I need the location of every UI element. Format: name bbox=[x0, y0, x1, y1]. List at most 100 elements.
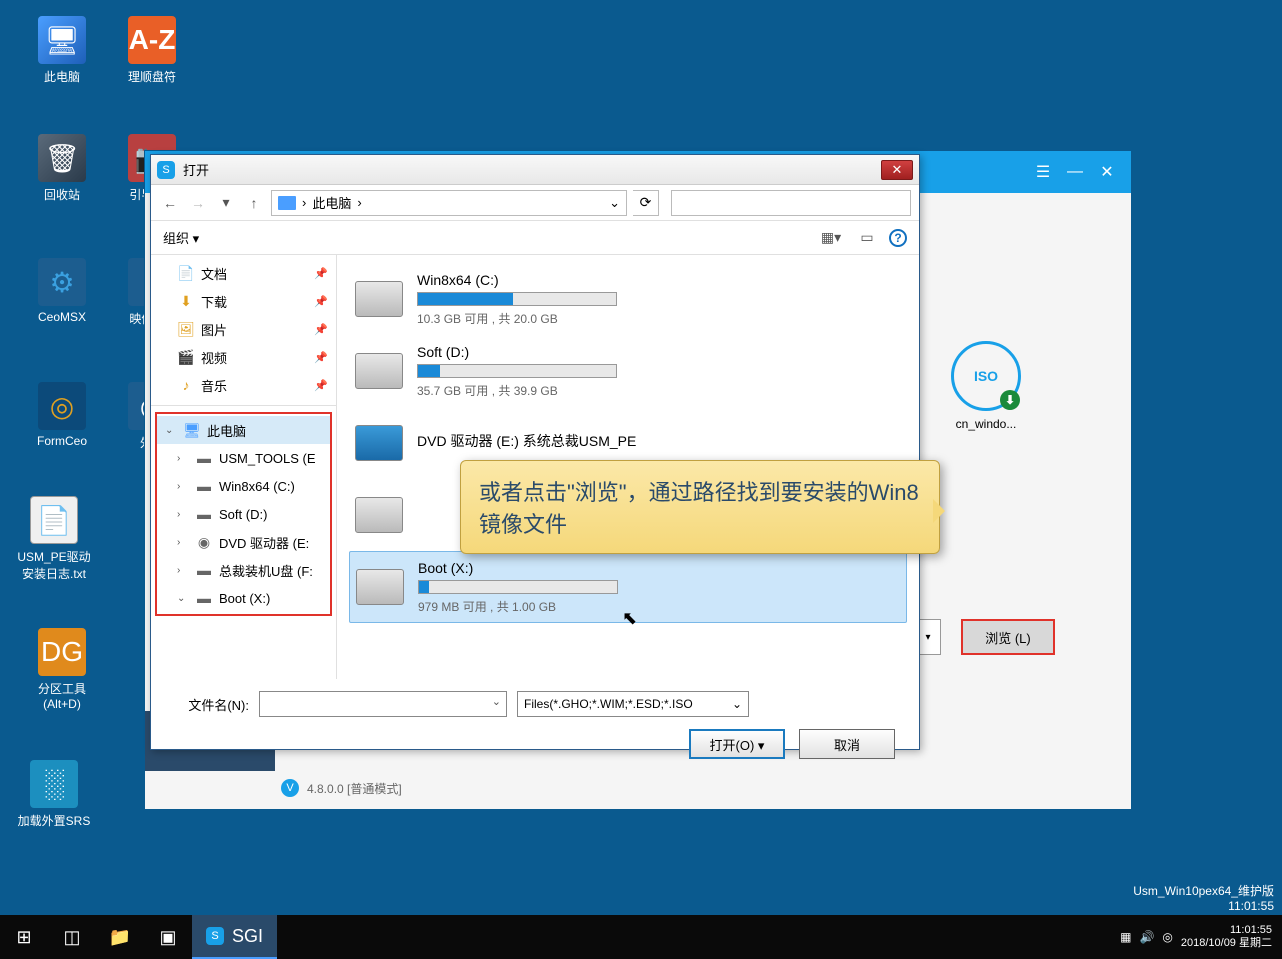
chevron-icon: › bbox=[177, 537, 189, 548]
app-icon: 📄 bbox=[30, 496, 78, 544]
tray-icon[interactable]: 🔊 bbox=[1139, 930, 1154, 944]
view-options-icon[interactable]: ▦▾ bbox=[817, 227, 845, 249]
drive-icon bbox=[355, 497, 403, 533]
sgi-icon: S bbox=[206, 927, 224, 945]
file-filter-dropdown[interactable]: Files(*.GHO;*.WIM;*.ESD;*.ISO ⌄ bbox=[517, 691, 749, 717]
breadcrumb-sep: › bbox=[357, 195, 361, 210]
dialog-toolbar: 组织 ▾ ▦▾ ▭ ? bbox=[151, 221, 919, 255]
desktop-icon-8[interactable]: 📄USM_PE驱动安装日志.txt bbox=[14, 496, 94, 582]
sgi-logo-icon: S bbox=[157, 161, 175, 179]
dialog-title: 打开 bbox=[183, 160, 881, 179]
organize-dropdown[interactable]: 组织 ▾ bbox=[163, 228, 199, 247]
refresh-button[interactable]: ⟳ bbox=[633, 190, 659, 216]
usb-badge-icon: ⬇ bbox=[1000, 390, 1020, 410]
desktop-icon-1[interactable]: A-Z理顺盘符 bbox=[112, 16, 192, 85]
filename-input[interactable] bbox=[259, 691, 507, 717]
tree-item-drive[interactable]: ›▬USM_TOOLS (E bbox=[157, 444, 330, 472]
drive-item[interactable]: Boot (X:) 979 MB 可用 , 共 1.00 GB bbox=[349, 551, 907, 623]
capacity-bar bbox=[417, 364, 617, 378]
tree-label: 视频 bbox=[201, 348, 227, 367]
tree-item[interactable]: ♪音乐📌 bbox=[151, 371, 336, 399]
tree-item-drive[interactable]: ⌄▬Boot (X:) bbox=[157, 584, 330, 612]
drive-name: Win8x64 (C:) bbox=[417, 272, 901, 288]
filename-label: 文件名(N): bbox=[169, 695, 249, 714]
minimize-button[interactable]: — bbox=[1059, 158, 1091, 186]
nav-forward-button[interactable]: → bbox=[187, 192, 209, 214]
cancel-button[interactable]: 取消 bbox=[799, 729, 895, 759]
tree-item-drive[interactable]: ›▬Win8x64 (C:) bbox=[157, 472, 330, 500]
terminal-icon[interactable]: ▣ bbox=[144, 915, 192, 959]
taskbar-clock[interactable]: 11:01:55 2018/10/09 星期二 bbox=[1181, 924, 1272, 950]
tree-label: Boot (X:) bbox=[219, 591, 270, 606]
tree-label: 总裁装机U盘 (F: bbox=[219, 561, 313, 580]
tray-icon[interactable]: ▦ bbox=[1120, 930, 1131, 944]
drive-name: Boot (X:) bbox=[418, 560, 900, 576]
tree-label: 图片 bbox=[201, 320, 227, 339]
tree-item[interactable]: 📄文档📌 bbox=[151, 259, 336, 287]
drive-item[interactable]: Soft (D:) 35.7 GB 可用 , 共 39.9 GB bbox=[349, 335, 907, 407]
address-dropdown-icon[interactable]: ⌄ bbox=[609, 195, 620, 211]
taskbar-app-sgi[interactable]: S SGI bbox=[192, 915, 277, 959]
tree-item[interactable]: 🎬视频📌 bbox=[151, 343, 336, 371]
preview-pane-icon[interactable]: ▭ bbox=[853, 227, 881, 249]
pin-icon: 📌 bbox=[314, 379, 328, 392]
version-badge-icon: V bbox=[281, 779, 299, 797]
taskbar: ⊞ ◫ 📁 ▣ S SGI ▦ 🔊 ◎ 11:01:55 2018/10/09 … bbox=[0, 915, 1282, 959]
tree-label: Win8x64 (C:) bbox=[219, 479, 295, 494]
chevron-down-icon: ⌄ bbox=[165, 425, 177, 436]
tree-item[interactable]: ⬇下载📌 bbox=[151, 287, 336, 315]
drive-capacity-text: 979 MB 可用 , 共 1.00 GB bbox=[418, 598, 900, 615]
tree-item[interactable]: 🖼 图片 📌 bbox=[151, 315, 336, 343]
desktop-icon-9[interactable]: DG 分区工具(Alt+D) bbox=[22, 628, 102, 711]
drive-icon bbox=[355, 353, 403, 389]
folder-icon: 🎬 bbox=[177, 349, 195, 366]
iso-item[interactable]: ISO⬇ cn_windo... bbox=[941, 341, 1031, 431]
tree-item-drive[interactable]: ›▬总裁装机U盘 (F: bbox=[157, 556, 330, 584]
tree-label: 下载 bbox=[201, 292, 227, 311]
nav-back-button[interactable]: ← bbox=[159, 192, 181, 214]
tree-item-pc[interactable]: ⌄ 🖥 此电脑 bbox=[157, 416, 330, 444]
icon-label: 回收站 bbox=[22, 186, 102, 203]
taskbar-app-label: SGI bbox=[232, 926, 263, 947]
drive-icon: ◉ bbox=[195, 534, 213, 551]
drive-icon bbox=[356, 569, 404, 605]
dialog-titlebar: S 打开 ✕ bbox=[151, 155, 919, 185]
folder-icon: 📄 bbox=[177, 265, 195, 282]
icon-label: 加载外置SRS bbox=[14, 812, 94, 829]
breadcrumb[interactable]: 此电脑 bbox=[312, 193, 351, 212]
pin-icon: 📌 bbox=[314, 323, 328, 336]
drive-name: Soft (D:) bbox=[417, 344, 901, 360]
sgi-version: V 4.8.0.0 [普通模式] bbox=[281, 779, 402, 797]
tree-item-drive[interactable]: ›◉DVD 驱动器 (E: bbox=[157, 528, 330, 556]
desktop-icon-4[interactable]: ⚙ CeoMSX bbox=[22, 258, 102, 324]
close-button[interactable]: ✕ bbox=[1091, 158, 1123, 186]
browse-button[interactable]: 浏览 (L) bbox=[961, 619, 1055, 655]
tree-item-drive[interactable]: ›▬Soft (D:) bbox=[157, 500, 330, 528]
search-input[interactable] bbox=[671, 190, 911, 216]
app-icon: ░ bbox=[30, 760, 78, 808]
icon-label: 分区工具(Alt+D) bbox=[22, 680, 102, 711]
open-button[interactable]: 打开(O) ▾ bbox=[689, 729, 785, 759]
folder-icon: 🖼 bbox=[177, 321, 195, 338]
help-icon[interactable]: ? bbox=[889, 229, 907, 247]
file-explorer-icon[interactable]: 📁 bbox=[96, 915, 144, 959]
app-icon: DG bbox=[38, 628, 86, 676]
tray-icon[interactable]: ◎ bbox=[1162, 930, 1172, 944]
app-icon: 🖥 bbox=[38, 16, 86, 64]
address-bar[interactable]: › 此电脑 › ⌄ bbox=[271, 190, 627, 216]
icon-label: CeoMSX bbox=[22, 310, 102, 324]
drive-item[interactable]: Win8x64 (C:) 10.3 GB 可用 , 共 20.0 GB bbox=[349, 263, 907, 335]
nav-dropdown-icon[interactable]: ▾ bbox=[215, 192, 237, 214]
taskview-button[interactable]: ◫ bbox=[48, 915, 96, 959]
filename-dropdown-icon[interactable]: ⌄ bbox=[492, 695, 501, 708]
desktop-icon-6[interactable]: ◎FormCeo bbox=[22, 382, 102, 448]
desktop-icon-0[interactable]: 🖥此电脑 bbox=[22, 16, 102, 85]
desktop-icon-10[interactable]: ░ 加载外置SRS bbox=[14, 760, 94, 829]
dialog-close-button[interactable]: ✕ bbox=[881, 160, 913, 180]
folder-tree: 📄文档📌⬇下载📌🖼图片📌🎬视频📌♪音乐📌 ⌄ 🖥 此电脑 ›▬USM_TOOLS… bbox=[151, 255, 337, 679]
nav-up-button[interactable]: ↑ bbox=[243, 192, 265, 214]
app-icon: ⚙ bbox=[38, 258, 86, 306]
menu-icon[interactable]: ☰ bbox=[1027, 158, 1059, 186]
desktop-icon-2[interactable]: 🗑回收站 bbox=[22, 134, 102, 203]
start-button[interactable]: ⊞ bbox=[0, 915, 48, 959]
